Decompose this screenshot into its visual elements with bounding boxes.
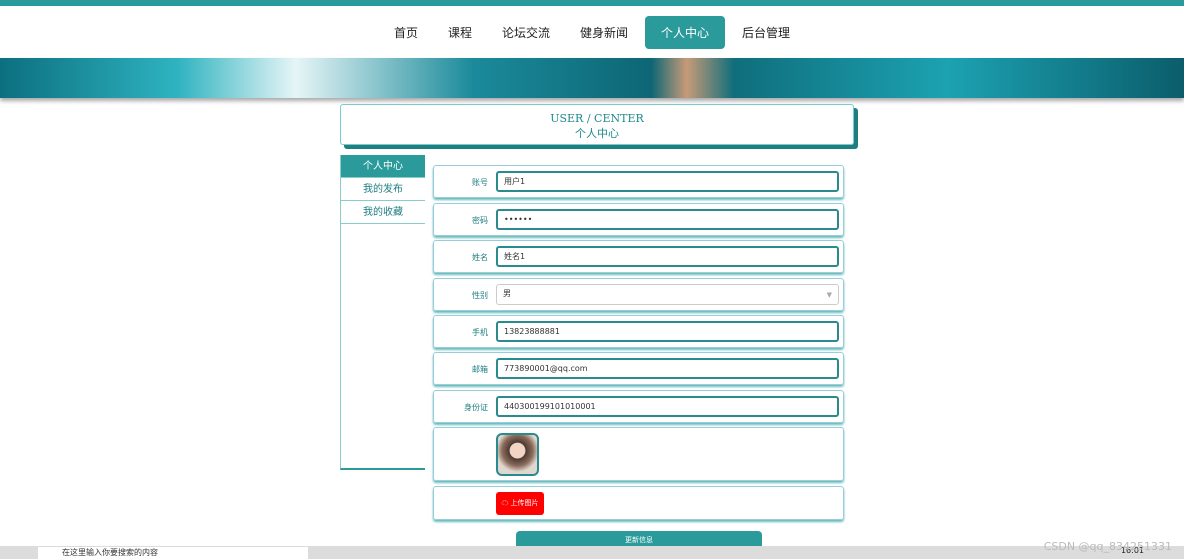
nav-news[interactable]: 健身新闻 — [567, 17, 641, 48]
phone-label: 手机 — [472, 328, 488, 337]
nav-user-center[interactable]: 个人中心 — [645, 15, 726, 49]
banner-image — [0, 58, 1184, 98]
gender-value: 男 — [503, 289, 511, 298]
watermark: CSDN @qq_834251331 — [1043, 540, 1172, 553]
nav-forum[interactable]: 论坛交流 — [489, 17, 563, 48]
title-en: USER / CENTER — [550, 112, 644, 125]
account-label: 账号 — [472, 178, 488, 187]
account-row: 账号 用户1 — [433, 165, 844, 198]
sidebar-item-favorites[interactable]: 我的收藏 — [341, 201, 425, 224]
password-input[interactable]: •••••• — [496, 209, 839, 230]
chevron-down-icon: ▼ — [826, 291, 832, 299]
sidebar-item-my-posts[interactable]: 我的发布 — [341, 178, 425, 201]
avatar-row — [433, 427, 844, 481]
title-cn: 个人中心 — [575, 127, 619, 140]
phone-input[interactable]: 13823888881 — [496, 321, 839, 342]
upload-image-button[interactable]: ☁ 上传图片 — [496, 492, 544, 515]
gender-label: 性别 — [472, 291, 488, 300]
nav-courses[interactable]: 课程 — [435, 17, 485, 48]
name-input[interactable]: 姓名1 — [496, 246, 839, 267]
gender-select[interactable]: 男 ▼ — [496, 284, 839, 305]
avatar[interactable] — [496, 433, 539, 476]
taskbar-search[interactable]: 在这里输入你要搜索的内容 — [38, 547, 308, 559]
password-row: 密码 •••••• — [433, 203, 844, 236]
name-label: 姓名 — [472, 253, 488, 262]
idcard-input[interactable]: 440300199101010001 — [496, 396, 839, 417]
account-input[interactable]: 用户1 — [496, 171, 839, 192]
upload-row: ☁ 上传图片 — [433, 486, 844, 520]
nav-admin[interactable]: 后台管理 — [729, 17, 803, 48]
sidebar-item-user-center[interactable]: 个人中心 — [341, 155, 425, 178]
email-label: 邮箱 — [472, 365, 488, 374]
email-input[interactable]: 773890001@qq.com — [496, 358, 839, 379]
sidebar: 个人中心 我的发布 我的收藏 — [340, 155, 425, 470]
idcard-row: 身份证 440300199101010001 — [433, 390, 844, 423]
cloud-upload-icon: ☁ — [501, 500, 509, 507]
name-row: 姓名 姓名1 — [433, 240, 844, 273]
nav-home[interactable]: 首页 — [381, 17, 431, 48]
idcard-label: 身份证 — [464, 403, 488, 412]
phone-row: 手机 13823888881 — [433, 315, 844, 348]
taskbar: 在这里输入你要搜索的内容 16:01 — [0, 546, 1184, 559]
page-title: USER / CENTER 个人中心 — [340, 104, 854, 145]
gender-row: 性别 男 ▼ — [433, 278, 844, 311]
upload-label: 上传图片 — [510, 500, 539, 507]
main-nav: 首页 课程 论坛交流 健身新闻 个人中心 后台管理 — [0, 6, 1184, 58]
password-label: 密码 — [472, 216, 488, 225]
email-row: 邮箱 773890001@qq.com — [433, 352, 844, 385]
